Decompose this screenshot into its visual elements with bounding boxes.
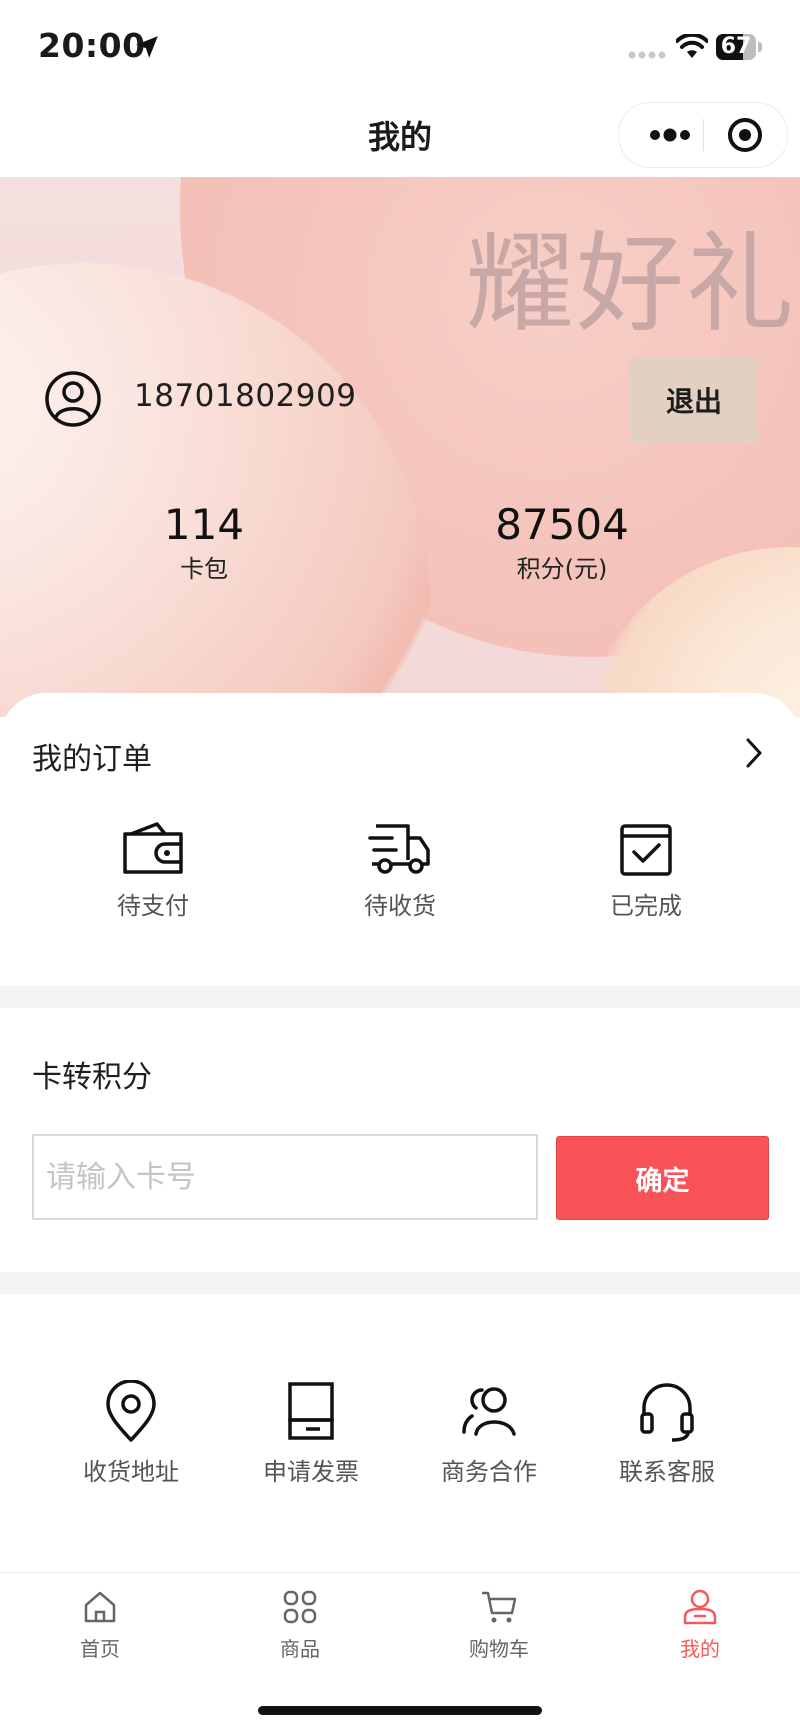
partners-icon bbox=[462, 1387, 516, 1436]
user-phone: 18701802909 bbox=[134, 378, 357, 414]
avatar-icon[interactable] bbox=[44, 370, 102, 428]
service-label: 联系客服 bbox=[619, 1458, 715, 1486]
order-label: 待收货 bbox=[364, 892, 436, 920]
service-label: 收货地址 bbox=[83, 1458, 179, 1486]
grid-icon bbox=[283, 1590, 317, 1624]
section-divider bbox=[0, 986, 800, 1008]
stat-label: 卡包 bbox=[180, 555, 228, 583]
tab-label: 首页 bbox=[80, 1637, 120, 1661]
stat-value: 114 bbox=[163, 500, 245, 549]
tab-cart[interactable]: 购物车 bbox=[439, 1587, 559, 1662]
cart-icon bbox=[482, 1591, 517, 1623]
tab-label: 购物车 bbox=[469, 1637, 529, 1661]
more-icon[interactable] bbox=[641, 115, 699, 155]
orders-title[interactable]: 我的订单 bbox=[32, 734, 152, 778]
battery-indicator: 67 bbox=[716, 34, 762, 60]
service-support[interactable]: 联系客服 bbox=[582, 1380, 752, 1487]
card-convert-title: 卡转积分 bbox=[32, 1060, 152, 1095]
service-invoice[interactable]: 申请发票 bbox=[226, 1380, 396, 1487]
stat-value: 87504 bbox=[495, 500, 629, 549]
tab-label: 我的 bbox=[680, 1637, 720, 1661]
location-arrow-icon bbox=[136, 36, 158, 58]
wallet-icon bbox=[123, 822, 183, 874]
home-indicator bbox=[258, 1706, 542, 1715]
logout-button[interactable]: 退出 bbox=[630, 357, 758, 443]
user-icon bbox=[683, 1589, 717, 1625]
card-number-input[interactable] bbox=[32, 1134, 538, 1220]
tab-mine[interactable]: 我的 bbox=[640, 1587, 760, 1662]
service-label: 申请发票 bbox=[263, 1458, 359, 1486]
profile-header: 耀好礼 bbox=[0, 177, 800, 717]
stat-card-wallet[interactable]: 114 卡包 bbox=[104, 500, 304, 584]
order-label: 待支付 bbox=[117, 892, 189, 920]
order-pending-delivery[interactable]: 待收货 bbox=[300, 820, 500, 921]
headset-icon bbox=[640, 1383, 694, 1442]
order-label: 已完成 bbox=[610, 892, 682, 920]
truck-icon bbox=[368, 824, 430, 874]
service-address[interactable]: 收货地址 bbox=[46, 1380, 216, 1487]
home-icon bbox=[84, 1591, 116, 1623]
tab-home[interactable]: 首页 bbox=[40, 1587, 160, 1662]
close-target-icon[interactable] bbox=[725, 115, 765, 155]
capsule-divider bbox=[703, 119, 704, 151]
order-completed[interactable]: 已完成 bbox=[546, 820, 746, 921]
invoice-icon bbox=[288, 1382, 334, 1440]
battery-level: 67 bbox=[720, 34, 752, 59]
service-label: 商务合作 bbox=[441, 1458, 537, 1486]
cellular-signal-icon bbox=[628, 51, 666, 59]
chevron-right-icon[interactable] bbox=[740, 736, 768, 770]
location-pin-icon bbox=[106, 1380, 156, 1442]
confirm-button[interactable]: 确定 bbox=[556, 1136, 769, 1220]
stat-points[interactable]: 87504 积分(元) bbox=[452, 500, 672, 584]
mini-program-capsule bbox=[618, 102, 788, 168]
tab-label: 商品 bbox=[280, 1637, 320, 1661]
status-time: 20:00 bbox=[38, 26, 146, 65]
order-pending-payment[interactable]: 待支付 bbox=[53, 820, 253, 921]
wifi-icon bbox=[676, 34, 708, 58]
stat-label: 积分(元) bbox=[516, 555, 608, 583]
brand-logo: 耀好礼 bbox=[466, 222, 797, 347]
section-divider bbox=[0, 1272, 800, 1294]
calendar-check-icon bbox=[620, 824, 672, 876]
tab-products[interactable]: 商品 bbox=[240, 1587, 360, 1662]
service-business[interactable]: 商务合作 bbox=[404, 1380, 574, 1487]
